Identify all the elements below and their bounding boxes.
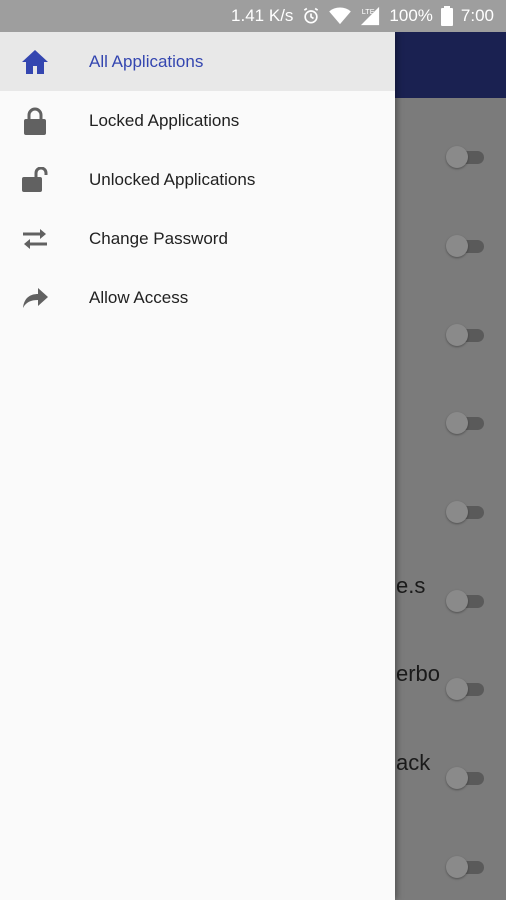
lock-open-icon [20,165,50,195]
drawer-item-all-applications[interactable]: All Applications [0,32,395,91]
drawer-item-change-password[interactable]: Change Password [0,209,395,268]
swap-icon [20,224,50,254]
battery-icon [440,6,453,26]
svg-text:LTE: LTE [362,7,375,16]
lock-toggle[interactable] [446,410,486,434]
list-item-label: erbo [396,661,441,686]
drawer-item-label: Allow Access [89,287,189,307]
drawer-item-label: All Applications [89,51,204,71]
drawer-item-label: Change Password [89,228,228,248]
signal-icon: LTE [359,6,381,26]
lock-toggle[interactable] [446,765,486,789]
list-item-label: e.s [396,573,426,598]
list-item-label: ack [396,750,431,775]
network-speed: 1.41 K/s [231,6,294,25]
status-bar: 1.41 K/s LTE 100% 7:00 [0,0,506,32]
share-icon [20,283,50,313]
lock-toggle[interactable] [446,322,486,346]
drawer-item-label: Unlocked Applications [89,169,256,189]
wifi-icon [329,7,352,25]
lock-toggle[interactable] [446,676,486,700]
lock-toggle[interactable] [446,588,486,612]
alarm-icon [301,6,321,26]
lock-toggle[interactable] [446,144,486,168]
home-icon [20,47,50,77]
drawer-item-allow-access[interactable]: Allow Access [0,268,395,327]
battery-level: 100% [389,6,433,25]
drawer-item-label: Locked Applications [89,110,240,130]
lock-icon [20,106,50,136]
navigation-drawer: All Applications Locked Applications Unl… [0,32,395,900]
lock-toggle[interactable] [446,499,486,523]
lock-toggle[interactable] [446,233,486,257]
drawer-item-unlocked-applications[interactable]: Unlocked Applications [0,150,395,209]
drawer-item-locked-applications[interactable]: Locked Applications [0,91,395,150]
clock: 7:00 [460,6,494,25]
lock-toggle[interactable] [446,854,486,878]
